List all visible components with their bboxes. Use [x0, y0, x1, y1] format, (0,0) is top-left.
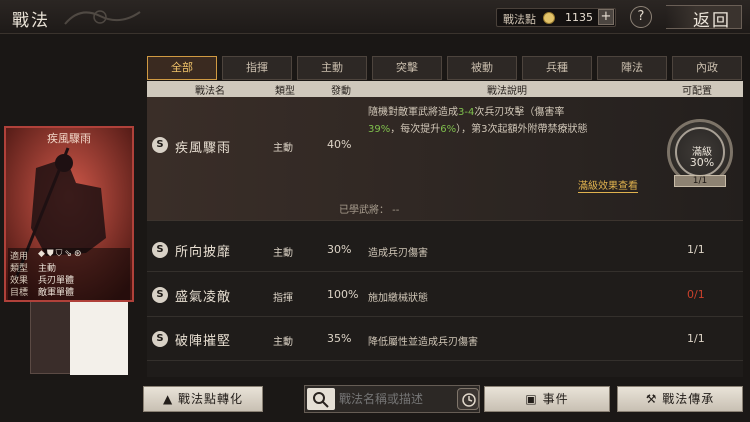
col-desc: 戰法說明	[487, 86, 527, 97]
grade-badge: S	[152, 331, 168, 347]
tab-formation[interactable]: 陣法	[597, 56, 667, 80]
unit-type-icons: ◆⛊⛉⇘⊛	[38, 249, 84, 259]
points-label: 戰法點	[503, 13, 536, 26]
tactic-name: 疾風驟雨	[175, 141, 232, 156]
tab-command[interactable]: 指揮	[222, 56, 292, 80]
col-count: 可配置	[682, 86, 712, 97]
points-value: 1135	[565, 11, 593, 24]
max-level-ring: 滿級 30%	[675, 127, 725, 177]
tactic-description: 隨機對敵軍武將造成3-4次兵刃攻擊（傷害率 39%，每次提升6%），第3次起額外…	[368, 107, 588, 135]
add-points-button[interactable]: +	[598, 9, 614, 25]
card-target-value: 敵軍單體	[38, 288, 75, 298]
learned-generals-label: 已學武將： --	[339, 205, 400, 216]
tactic-list[interactable]: S 疾風驟雨 主動 40% 隨機對敵軍武將造成3-4次兵刃攻擊（傷害率 39%，…	[147, 97, 743, 377]
tactic-count: 1/1	[687, 332, 705, 345]
card-info-panel: 適用 ◆⛊⛉⇘⊛ 類型 主動 效果 兵刃單體 目標 敵軍單體	[8, 248, 130, 300]
col-name: 戰法名	[195, 86, 225, 97]
card-title: 疾風驟雨	[47, 132, 91, 145]
tactic-name: 所向披靡	[175, 245, 232, 260]
tactic-rate: 30%	[327, 243, 352, 256]
hammer-icon: ⚒	[645, 392, 663, 406]
tactic-row[interactable]: S 破陣摧堅 主動 35% 降低屬性並造成兵刃傷害 1/1	[147, 317, 743, 361]
tactic-row[interactable]: S 盛氣凌敵 指揮 100% 施加繳械狀態 0/1	[147, 273, 743, 317]
tab-active[interactable]: 主動	[297, 56, 367, 80]
max-level-badge[interactable]: 滿級 30% 1/1	[667, 119, 733, 187]
help-button[interactable]: ?	[630, 6, 652, 28]
search-input[interactable]	[339, 389, 453, 409]
event-icon: ▣	[525, 392, 543, 406]
tactic-rate: 40%	[327, 138, 352, 151]
tactic-type: 指揮	[273, 293, 293, 304]
tactic-rate: 35%	[327, 332, 352, 345]
tactic-description: 造成兵刃傷害	[368, 248, 428, 259]
tactic-count: 0/1	[687, 288, 705, 301]
col-type: 類型	[275, 86, 295, 97]
tactic-description: 施加繳械狀態	[368, 293, 428, 304]
event-button[interactable]: ▣ 事件	[484, 386, 610, 412]
tactic-description: 降低屬性並造成兵刃傷害	[368, 337, 478, 348]
tactic-card[interactable]: 疾風驟雨 適用 ◆⛊⛉⇘⊛ 類型 主動 效果 兵刃單體 目標 敵軍單體	[4, 126, 134, 302]
grade-badge: S	[152, 137, 168, 153]
tactic-count: 1/1	[687, 243, 705, 256]
tactic-type: 主動	[273, 337, 293, 348]
top-bar: 戰法 戰法點 1135 + ? 返回	[0, 0, 750, 34]
coin-icon	[543, 12, 555, 24]
table-header: 戰法名 類型 發動 戰法說明 可配置	[147, 81, 743, 97]
tactic-type: 主動	[273, 248, 293, 259]
tactic-type: 主動	[273, 143, 293, 154]
bottom-bar: ▲ 戰法點轉化 ▣ 事件 ⚒ 戰法傳承	[0, 380, 750, 422]
tactic-row-expanded[interactable]: S 疾風驟雨 主動 40% 隨機對敵軍武將造成3-4次兵刃攻擊（傷害率 39%，…	[147, 97, 743, 221]
page-title: 戰法	[12, 11, 50, 31]
full-effect-link[interactable]: 滿級效果查看	[578, 177, 638, 193]
card-target-label: 目標	[10, 288, 29, 298]
tab-assault[interactable]: 突擊	[372, 56, 442, 80]
card-stack-background	[70, 300, 128, 375]
tactic-row[interactable]: S 所向披靡 主動 30% 造成兵刃傷害 1/1	[147, 228, 743, 272]
tactic-name: 破陣摧堅	[175, 334, 232, 349]
tab-all[interactable]: 全部	[147, 56, 217, 80]
max-level-percent: 30%	[689, 156, 715, 169]
max-count-plate: 1/1	[674, 175, 726, 187]
back-button[interactable]: 返回	[666, 5, 742, 31]
swirl-ornament-icon	[64, 10, 141, 25]
bag-icon: ▲	[162, 392, 179, 406]
tab-internal[interactable]: 內政	[672, 56, 742, 80]
convert-points-button[interactable]: ▲ 戰法點轉化	[143, 386, 263, 412]
grade-badge: S	[152, 287, 168, 303]
tactic-rate: 100%	[327, 288, 359, 301]
search-box	[304, 385, 480, 413]
tactic-name: 盛氣凌敵	[175, 290, 232, 305]
clock-icon[interactable]	[457, 388, 479, 410]
category-tabs: 全部 指揮 主動 突擊 被動 兵種 陣法 內政	[147, 56, 743, 80]
inherit-button[interactable]: ⚒ 戰法傳承	[617, 386, 743, 412]
search-icon[interactable]	[307, 388, 335, 410]
col-rate: 發動	[331, 86, 351, 97]
tab-passive[interactable]: 被動	[447, 56, 517, 80]
grade-badge: S	[152, 242, 168, 258]
tab-troop[interactable]: 兵種	[522, 56, 592, 80]
